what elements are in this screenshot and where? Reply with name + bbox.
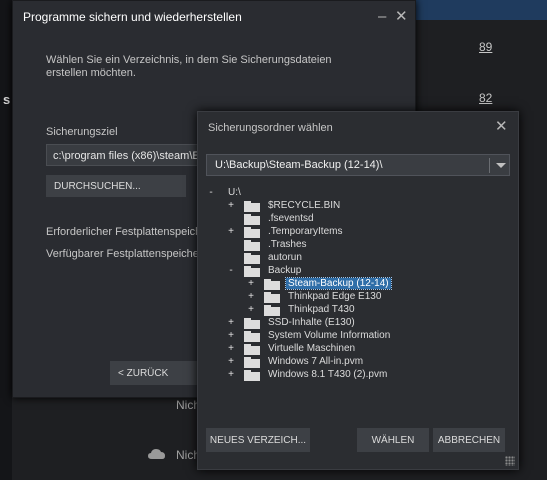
collapse-icon[interactable]: - [226,265,236,276]
tree-item-label: System Volume Information [268,330,391,341]
background-link-top[interactable]: 89 [479,40,492,54]
choose-button[interactable]: WÄHLEN [357,428,429,452]
expand-icon[interactable]: + [246,278,256,289]
expand-icon[interactable]: + [246,304,256,315]
chevron-down-icon[interactable] [496,163,506,168]
browse-button[interactable]: DURCHSUCHEN... [46,175,186,197]
folder-icon [244,331,260,342]
minimize-icon[interactable]: – [378,9,386,24]
tree-item-label: Thinkpad T430 [288,304,355,315]
folder-icon [244,318,260,329]
cancel-button[interactable]: ABBRECHEN [433,428,505,452]
expand-icon[interactable]: + [226,369,236,380]
expand-icon[interactable]: + [226,330,236,341]
folder-icon [244,370,260,381]
available-space-label: Verfügbarer Festplattenspeiche [46,248,199,260]
folder-icon [264,279,280,290]
background-link-mid[interactable]: 82 [479,91,492,105]
tree-item-label: Steam-Backup (12-14) [285,277,392,290]
expand-icon[interactable]: + [226,226,236,237]
close-icon[interactable]: ✕ [495,119,508,134]
path-dropdown-value: U:\Backup\Steam-Backup (12-14)\ [215,159,383,171]
tree-item-label: .TemporaryItems [268,226,343,237]
tree-item-label: $RECYCLE.BIN [268,200,341,211]
folder-icon [264,292,280,303]
tree-item-label: Thinkpad Edge E130 [288,291,382,302]
required-space-label: Erforderlicher Festplattenspeich [46,226,202,238]
background-left-strip [0,0,12,480]
expand-icon[interactable]: + [226,343,236,354]
background-top-accent [412,0,547,20]
folder-icon [244,266,260,277]
expand-icon[interactable]: + [226,356,236,367]
dropdown-separator [489,158,490,173]
folder-icon [244,357,260,368]
background-side-letter: s [3,92,11,107]
folder-icon [244,201,260,212]
tree-item-label: Backup [268,265,302,276]
folder-icon [244,227,260,238]
dialog-title: Programme sichern und wiederherstellen [23,10,242,24]
folder-dialog-title: Sicherungsordner wählen [208,122,333,134]
target-label: Sicherungsziel [46,126,118,138]
tree-item-label: .Trashes [268,239,307,250]
tree-item-label: .fseventsd [268,213,314,224]
tree-root-label: U:\ [228,187,241,198]
tree-item-label: autorun [268,252,302,263]
folder-icon [244,214,260,225]
folder-icon [264,305,280,316]
collapse-icon[interactable]: - [206,187,216,198]
expand-icon[interactable]: + [246,291,256,302]
new-folder-button[interactable]: NEUES VERZEICH... [206,428,310,452]
folder-icon [244,344,260,355]
expand-icon[interactable]: + [226,200,236,211]
tree-item-label: Windows 8.1 T430 (2).pvm [268,369,388,380]
resize-grip-icon[interactable] [505,456,515,466]
tree-item-label: SSD-Inhalte (E130) [268,317,355,328]
close-icon[interactable]: ✕ [395,9,408,24]
tree-item-label: Virtuelle Maschinen [268,343,356,354]
folder-icon [244,240,260,251]
folder-icon [244,253,260,264]
back-button[interactable]: < ZURÜCK [110,361,200,385]
cloud-icon [148,447,166,465]
folder-dialog: Sicherungsordner wählen ✕ U:\Backup\Stea… [197,111,519,470]
expand-icon[interactable]: + [226,317,236,328]
tree-item-label: Windows 7 All-in.pvm [268,356,364,367]
path-dropdown[interactable]: U:\Backup\Steam-Backup (12-14)\ [206,154,510,176]
dialog-description: Wählen Sie ein Verzeichnis, in dem Sie S… [46,54,332,79]
